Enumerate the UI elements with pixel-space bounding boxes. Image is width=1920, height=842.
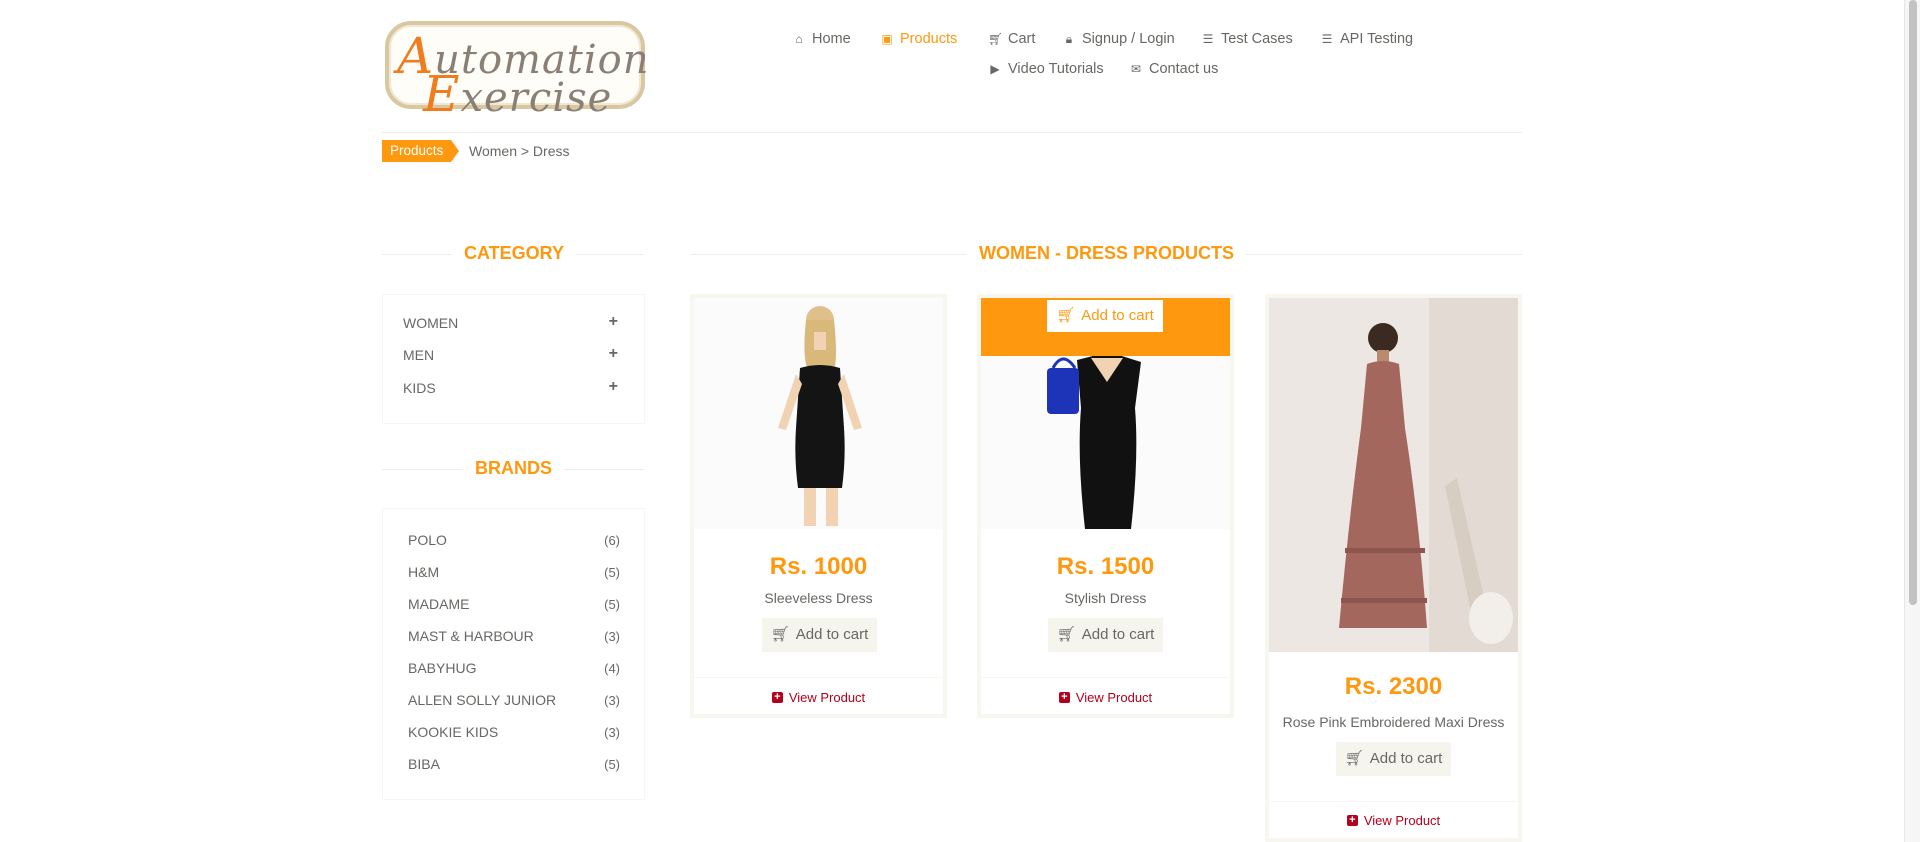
cart-icon: 🛒︎ <box>1056 307 1076 324</box>
plus-icon[interactable]: + <box>609 313 618 331</box>
plus-square-icon: + <box>1346 815 1358 826</box>
category-title: CATEGORY <box>452 243 577 264</box>
cart-icon: 🛒︎ <box>770 626 790 643</box>
brand-allen-solly-junior[interactable]: ALLEN SOLLY JUNIOR <box>408 692 556 708</box>
nav-video-tutorials[interactable]: ▶ Video Tutorials <box>988 61 1103 77</box>
main-title: WOMEN - DRESS PRODUCTS <box>967 243 1247 264</box>
nav-signup-login[interactable]: 🔒︎ Signup / Login <box>1062 31 1175 47</box>
nav-contact-us[interactable]: ✉ Contact us <box>1129 61 1218 77</box>
category-men[interactable]: MEN <box>403 347 434 363</box>
brand-count: (6) <box>604 533 620 548</box>
add-to-cart-button[interactable]: 🛒︎ Add to cart <box>762 618 877 652</box>
site-logo[interactable]: Automation Exercise <box>385 21 649 123</box>
brand-mast-harbour[interactable]: MAST & HARBOUR <box>408 628 534 644</box>
youtube-icon: ▶ <box>990 62 1000 76</box>
nav-api-testing[interactable]: ☰ API Testing <box>1320 31 1413 47</box>
cart-icon: 🛒︎ <box>1344 750 1364 767</box>
breadcrumb-products[interactable]: Products <box>382 140 460 162</box>
product-price: Rs. 1500 <box>1056 553 1155 580</box>
plus-square-icon: + <box>771 692 783 703</box>
product-card: 🛒︎ Add to cart Rs. 1500 Stylish Dress 🛒︎ A… <box>977 294 1234 718</box>
list-icon: ☰ <box>1321 32 1333 46</box>
brand-count: (5) <box>604 757 620 772</box>
category-panel: WOMEN + MEN + KIDS + <box>382 294 645 424</box>
brand-count: (4) <box>604 661 620 676</box>
product-name: Sleeveless Dress <box>764 590 873 606</box>
home-icon: ⌂ <box>795 32 803 46</box>
brand-count: (3) <box>604 725 620 740</box>
add-to-cart-button[interactable]: 🛒︎ Add to cart <box>1048 618 1163 652</box>
cart-icon: 🛒︎ <box>988 32 1004 46</box>
plus-icon[interactable]: + <box>609 345 618 363</box>
products-icon: ▣ <box>881 32 893 46</box>
plus-square-icon: + <box>1058 692 1070 703</box>
scrollbar-thumb[interactable] <box>1909 0 1917 605</box>
brand-hm[interactable]: H&M <box>408 564 439 580</box>
brand-babyhug[interactable]: BABYHUG <box>408 660 476 676</box>
category-kids[interactable]: KIDS <box>403 380 436 396</box>
view-product-link[interactable]: + View Product <box>694 690 943 705</box>
envelope-icon: ✉ <box>1130 62 1142 76</box>
product-image <box>694 298 943 529</box>
logo-line-2: Exercise <box>423 65 613 123</box>
product-card: Rs. 1000 Sleeveless Dress 🛒︎ Add to cart … <box>690 294 947 718</box>
nav-cart[interactable]: 🛒︎ Cart <box>988 31 1035 47</box>
vertical-scrollbar[interactable] <box>1904 0 1920 842</box>
list-icon: ☰ <box>1202 32 1214 46</box>
nav-products[interactable]: ▣ Products <box>880 31 957 47</box>
breadcrumb-path: Women > Dress <box>469 143 570 159</box>
brand-count: (5) <box>604 565 620 580</box>
product-name: Stylish Dress <box>1064 590 1147 606</box>
add-to-cart-button[interactable]: 🛒︎ Add to cart <box>1336 742 1451 776</box>
lock-icon: 🔒︎ <box>1065 31 1073 46</box>
brand-count: (5) <box>604 597 620 612</box>
overlay-add-to-cart-button[interactable]: 🛒︎ Add to cart <box>1047 300 1163 332</box>
card-divider <box>981 677 1230 678</box>
product-card: Rs. 2300 Rose Pink Embroidered Maxi Dres… <box>1265 294 1522 842</box>
brand-polo[interactable]: POLO <box>408 532 447 548</box>
brand-count: (3) <box>604 693 620 708</box>
brand-biba[interactable]: BIBA <box>408 756 440 772</box>
brands-panel: POLO (6) H&M (5) MADAME (5) MAST & HARBO… <box>382 508 645 800</box>
category-women[interactable]: WOMEN <box>403 315 458 331</box>
product-name: Rose Pink Embroidered Maxi Dress <box>1282 714 1505 730</box>
product-price: Rs. 1000 <box>769 553 868 580</box>
nav-home[interactable]: ⌂ Home <box>792 31 850 47</box>
card-divider <box>694 677 943 678</box>
product-price: Rs. 2300 <box>1344 673 1443 700</box>
brand-madame[interactable]: MADAME <box>408 596 469 612</box>
brand-kookie-kids[interactable]: KOOKIE KIDS <box>408 724 498 740</box>
header-divider <box>382 132 1522 133</box>
brands-title: BRANDS <box>463 458 565 479</box>
product-image <box>1269 298 1518 652</box>
plus-icon[interactable]: + <box>609 378 618 396</box>
view-product-link[interactable]: + View Product <box>981 690 1230 705</box>
brand-count: (3) <box>604 629 620 644</box>
cart-icon: 🛒︎ <box>1056 626 1076 643</box>
nav-test-cases[interactable]: ☰ Test Cases <box>1201 31 1293 47</box>
view-product-link[interactable]: + View Product <box>1269 813 1518 828</box>
card-divider <box>1269 801 1518 802</box>
